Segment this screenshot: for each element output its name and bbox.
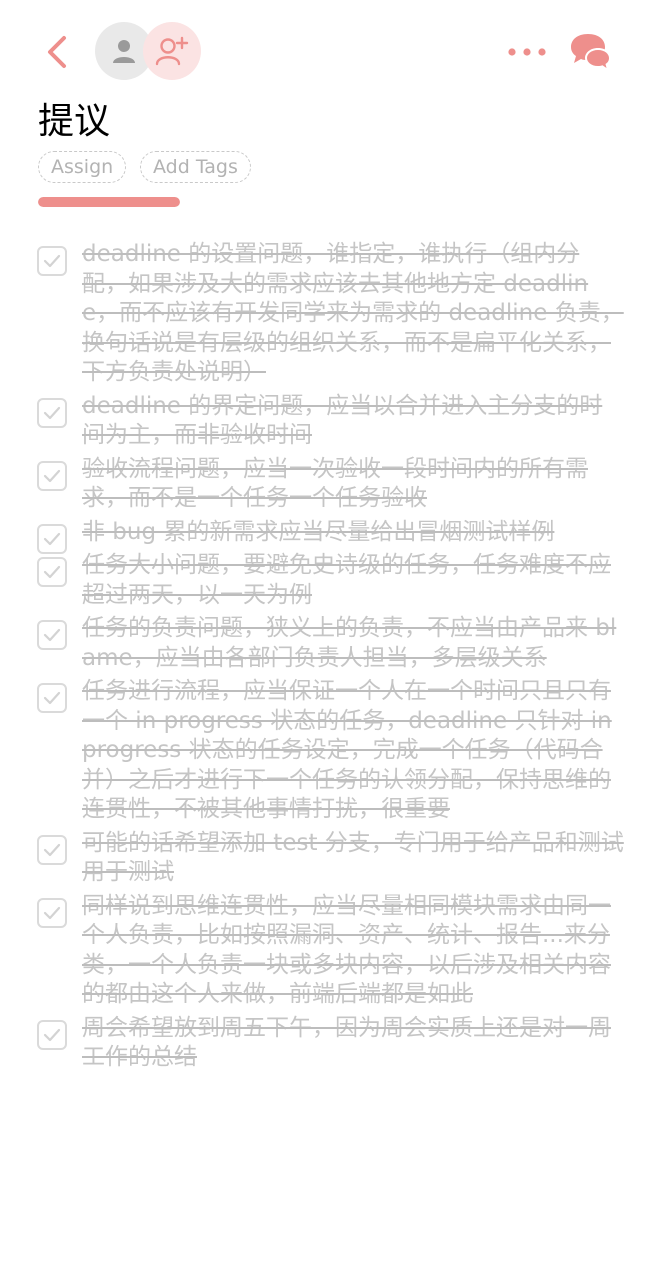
todo-item[interactable]: 任务大小问题，要避免史诗级的任务，任务难度不应超过两天，以一天为例 xyxy=(0,551,653,610)
todo-list: deadline 的设置问题，谁指定，谁执行（组内分配，如果涉及大的需求应该去其… xyxy=(0,240,653,1077)
todo-checkbox[interactable] xyxy=(37,523,67,554)
checkmark-icon xyxy=(43,906,61,919)
todo-text: 非 bug 累的新需求应当尽量给出冒烟测试样例 xyxy=(82,518,555,545)
todo-text: 验收流程问题，应当一次验收一段时间内的所有需求，而不是一个任务一个任务验收 xyxy=(82,455,588,512)
todo-text: deadline 的界定问题，应当以合并进入主分支的时间为主，而非验收时间 xyxy=(82,392,603,449)
back-button[interactable] xyxy=(38,30,78,74)
chat-bubbles-icon xyxy=(571,34,611,71)
more-horizontal-icon xyxy=(508,48,546,56)
checkmark-icon xyxy=(43,532,61,545)
todo-item[interactable]: deadline 的界定问题，应当以合并进入主分支的时间为主，而非验收时间 xyxy=(0,392,653,451)
checkmark-icon xyxy=(43,691,61,705)
todo-text: 任务进行流程，应当保证一个人在一个时间只且只有一个 in progress 状态… xyxy=(82,678,612,822)
todo-checkbox[interactable] xyxy=(37,557,67,587)
checkmark-icon xyxy=(43,843,61,856)
user-icon xyxy=(113,40,135,63)
checkmark-icon xyxy=(43,565,61,579)
more-button[interactable] xyxy=(505,36,549,68)
todo-item[interactable]: 任务的负责问题，狭义上的负责，不应当由产品来 blame，应当由各部门负责人担当… xyxy=(0,614,653,673)
todo-text: deadline 的设置问题，谁指定，谁执行（组内分配，如果涉及大的需求应该去其… xyxy=(82,241,624,385)
todo-checkbox[interactable] xyxy=(37,897,67,928)
todo-item[interactable]: 验收流程问题，应当一次验收一段时间内的所有需求，而不是一个任务一个任务验收 xyxy=(0,455,653,514)
progress-fill xyxy=(38,197,180,207)
todo-item[interactable]: 非 bug 累的新需求应当尽量给出冒烟测试样例 xyxy=(0,518,653,554)
todo-checkbox[interactable] xyxy=(37,1019,67,1050)
chat-button[interactable] xyxy=(568,30,614,74)
page-title: 提议 xyxy=(38,101,111,142)
top-bar xyxy=(0,0,653,100)
todo-checkbox[interactable] xyxy=(37,620,67,650)
todo-text: 周会希望放到周五下午，因为周会实质上还是对一周工作的总结 xyxy=(82,1014,611,1071)
user-plus-icon xyxy=(155,36,189,66)
todo-text: 可能的话希望添加 test 分支，专门用于给产品和测试用于测试 xyxy=(82,829,624,886)
checkmark-icon xyxy=(43,254,61,268)
checkmark-icon xyxy=(43,1028,61,1041)
todo-item[interactable]: deadline 的设置问题，谁指定，谁执行（组内分配，如果涉及大的需求应该去其… xyxy=(0,240,653,388)
assign-button[interactable]: Assign xyxy=(38,151,127,183)
checkmark-icon xyxy=(43,469,61,482)
todo-text: 任务大小问题，要避免史诗级的任务，任务难度不应超过两天，以一天为例 xyxy=(82,552,611,608)
todo-checkbox[interactable] xyxy=(37,460,67,491)
todo-item[interactable]: 周会希望放到周五下午，因为周会实质上还是对一周工作的总结 xyxy=(0,1014,653,1073)
add-member-button[interactable] xyxy=(143,22,201,80)
todo-checkbox[interactable] xyxy=(37,834,67,865)
checkmark-icon xyxy=(43,628,61,642)
add-tags-button[interactable]: Add Tags xyxy=(140,151,251,183)
todo-item[interactable]: 可能的话希望添加 test 分支，专门用于给产品和测试用于测试 xyxy=(0,829,653,888)
todo-text: 同样说到思维连贯性，应当尽量相同模块需求由同一个人负责，比如按照漏洞、资产、统计… xyxy=(82,892,611,1008)
chevron-left-icon xyxy=(48,36,66,68)
todo-item[interactable]: 任务进行流程，应当保证一个人在一个时间只且只有一个 in progress 状态… xyxy=(0,677,653,825)
checkmark-icon xyxy=(43,406,61,419)
todo-checkbox[interactable] xyxy=(37,683,67,713)
todo-checkbox[interactable] xyxy=(37,397,67,428)
todo-text: 任务的负责问题，狭义上的负责，不应当由产品来 blame，应当由各部门负责人担当… xyxy=(82,615,617,671)
todo-item[interactable]: 同样说到思维连贯性，应当尽量相同模块需求由同一个人负责，比如按照漏洞、资产、统计… xyxy=(0,892,653,1010)
progress-bar xyxy=(38,197,180,207)
todo-checkbox[interactable] xyxy=(37,246,67,276)
